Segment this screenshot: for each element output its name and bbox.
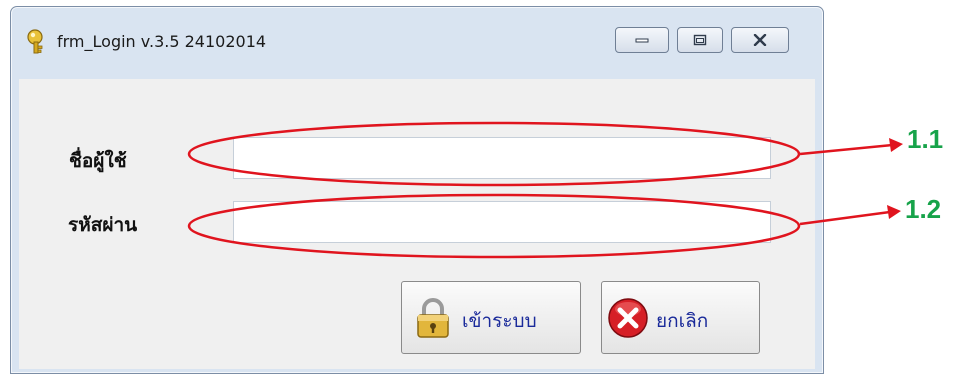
callout-label-1: 1.1	[907, 124, 944, 154]
cancel-button[interactable]: ยกเลิก	[601, 281, 760, 354]
maximize-icon	[693, 34, 707, 46]
window-title: frm_Login v.3.5 24102014	[57, 32, 267, 51]
callout-arrowhead-1	[889, 138, 903, 152]
cancel-x-icon	[607, 297, 649, 343]
minimize-icon	[635, 38, 649, 43]
login-window: frm_Login v.3.5 24102014 ชื่อผู้ใช้ รหัส…	[10, 6, 824, 374]
key-icon	[25, 29, 49, 55]
username-input[interactable]	[233, 137, 771, 179]
username-label: ชื่อผู้ใช้	[69, 150, 127, 172]
form-area: ชื่อผู้ใช้ รหัสผ่าน เข้าระบบ ยกเลิก	[19, 79, 815, 369]
login-button-label: เข้าระบบ	[462, 310, 537, 332]
cancel-button-label: ยกเลิก	[656, 310, 709, 332]
login-button[interactable]: เข้าระบบ	[401, 281, 581, 354]
maximize-button[interactable]	[677, 27, 723, 53]
title-bar[interactable]: frm_Login v.3.5 24102014	[11, 7, 823, 79]
callout-arrowhead-2	[887, 205, 901, 219]
padlock-icon	[415, 297, 451, 343]
password-input[interactable]	[233, 201, 771, 243]
minimize-button[interactable]	[615, 27, 669, 53]
close-button[interactable]	[731, 27, 789, 53]
password-label: รหัสผ่าน	[68, 214, 138, 236]
callout-label-2: 1.2	[905, 194, 942, 224]
close-icon	[753, 34, 767, 46]
